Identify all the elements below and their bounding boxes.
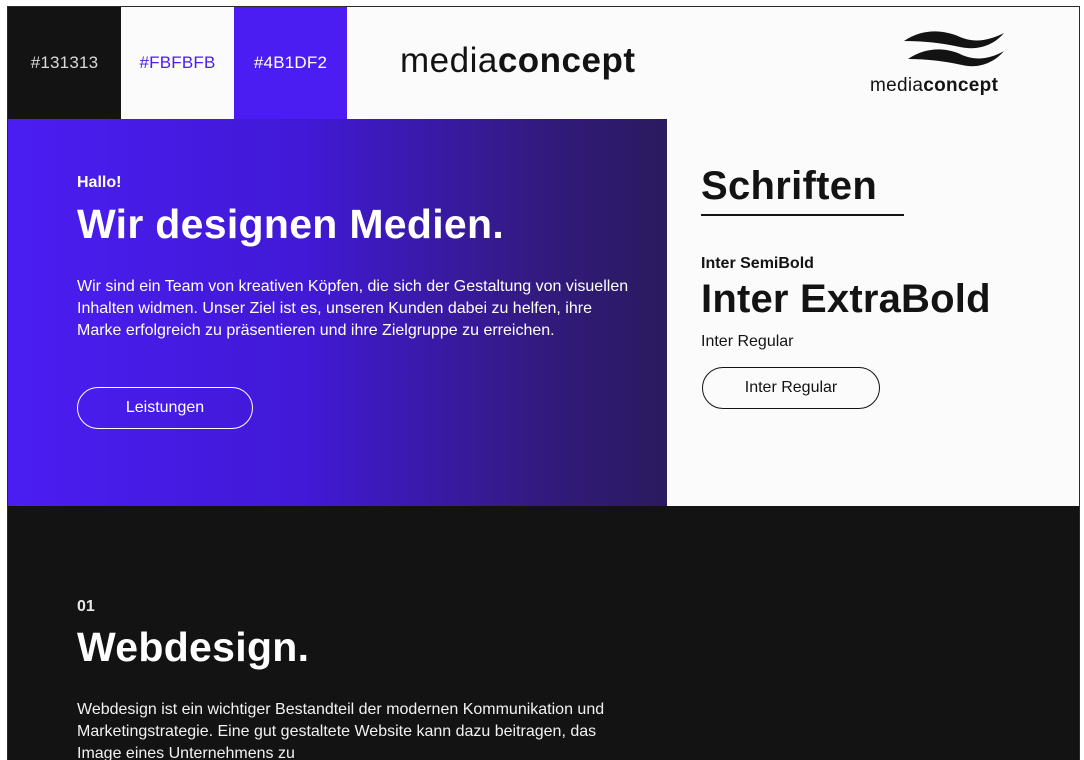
hero-description: Wir sind ein Team von kreativen Köpfen, … [77, 278, 629, 339]
leistungen-button[interactable]: Leistungen [77, 387, 253, 429]
logo-text-light: media [870, 75, 924, 96]
section-description: Webdesign ist ein wichtiger Bestandteil … [77, 701, 605, 760]
font-sample-button[interactable]: Inter Regular [702, 367, 880, 409]
wordmark-bold: concept [497, 41, 636, 80]
swatch-dark: #131313 [8, 7, 121, 119]
swatch-light: #FBFBFB [121, 7, 234, 119]
wordmark-light: media [400, 41, 498, 80]
logo-text: mediaconcept [870, 75, 998, 97]
hero-section: Hallo! Wir designen Medien. Wir sind ein… [8, 119, 667, 506]
design-board: #131313 #FBFBFB #4B1DF2 mediaconcept med… [7, 6, 1080, 760]
brand-logo: mediaconcept [866, 27, 1042, 107]
hero-kicker: Hallo! [77, 174, 122, 191]
fonts-title: Schriften [701, 164, 878, 208]
section-number: 01 [77, 598, 95, 615]
section-title: Webdesign. [77, 624, 310, 670]
font-sample-extrabold: Inter ExtraBold [701, 277, 991, 321]
brand-wordmark: mediaconcept [400, 41, 636, 81]
font-sample-regular: Inter Regular [701, 333, 794, 350]
wave-icon [904, 31, 1004, 67]
webdesign-section: 01 Webdesign. Webdesign ist ein wichtige… [8, 506, 1079, 760]
fonts-panel: Schriften Inter SemiBold Inter ExtraBold… [667, 119, 1079, 506]
fonts-title-underline [701, 214, 904, 216]
hero-title: Wir designen Medien. [77, 201, 505, 247]
swatch-accent: #4B1DF2 [234, 7, 347, 119]
color-palette-bar: #131313 #FBFBFB #4B1DF2 mediaconcept med… [8, 7, 1079, 120]
font-sample-semibold: Inter SemiBold [701, 255, 814, 272]
logo-text-bold: concept [923, 75, 999, 96]
